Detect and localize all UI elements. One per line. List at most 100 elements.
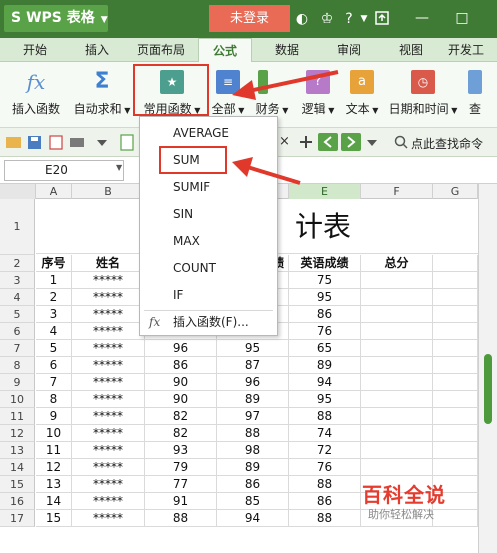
index-cell[interactable]: 13: [36, 476, 72, 493]
tab-start[interactable]: 开始: [10, 38, 60, 62]
score-c-cell[interactable]: 91: [145, 493, 217, 510]
score-d-cell[interactable]: 94: [217, 510, 289, 527]
row-header[interactable]: 14: [0, 459, 35, 476]
header-cell-index[interactable]: 序号: [36, 255, 72, 272]
g-cell[interactable]: [433, 306, 478, 323]
insert-function-button[interactable]: fx 插入函数: [6, 66, 66, 124]
g-cell[interactable]: [433, 289, 478, 306]
index-cell[interactable]: 8: [36, 391, 72, 408]
english-score-cell[interactable]: 72: [289, 442, 361, 459]
name-cell[interactable]: *****: [72, 374, 145, 391]
score-c-cell[interactable]: 88: [145, 510, 217, 527]
score-c-cell[interactable]: 79: [145, 459, 217, 476]
g-cell[interactable]: [433, 374, 478, 391]
name-cell[interactable]: *****: [72, 306, 145, 323]
g-cell[interactable]: [433, 357, 478, 374]
english-score-cell[interactable]: 75: [289, 272, 361, 289]
menu-item-count[interactable]: COUNT: [140, 255, 277, 282]
score-d-cell[interactable]: 88: [217, 425, 289, 442]
name-cell[interactable]: *****: [72, 425, 145, 442]
column-header-b[interactable]: B: [72, 184, 145, 199]
column-header-f[interactable]: F: [361, 184, 433, 199]
name-cell[interactable]: *****: [72, 493, 145, 510]
tab-formula[interactable]: 公式: [198, 38, 252, 63]
index-cell[interactable]: 11: [36, 442, 72, 459]
name-cell[interactable]: *****: [72, 289, 145, 306]
score-d-cell[interactable]: 98: [217, 442, 289, 459]
g-cell[interactable]: [433, 323, 478, 340]
name-cell[interactable]: *****: [72, 357, 145, 374]
index-cell[interactable]: 1: [36, 272, 72, 289]
row-header[interactable]: 3: [0, 272, 35, 289]
vertical-scrollbar[interactable]: [478, 184, 497, 553]
row-header[interactable]: 13: [0, 442, 35, 459]
restore-window-icon[interactable]: [368, 4, 396, 32]
score-d-cell[interactable]: 87: [217, 357, 289, 374]
total-cell[interactable]: [361, 408, 433, 425]
total-cell[interactable]: [361, 272, 433, 289]
total-cell[interactable]: [361, 391, 433, 408]
header-cell-total[interactable]: 总分: [361, 255, 433, 272]
shirt-icon[interactable]: ♔: [318, 9, 336, 29]
print-icon[interactable]: [70, 138, 84, 147]
login-button[interactable]: 未登录: [209, 5, 290, 32]
english-score-cell[interactable]: 86: [289, 306, 361, 323]
english-score-cell[interactable]: 95: [289, 391, 361, 408]
row-header[interactable]: 12: [0, 425, 35, 442]
tab-view[interactable]: 视图: [386, 38, 436, 62]
autosum-button[interactable]: Σ 自动求和 ▼: [70, 66, 134, 124]
skin-icon[interactable]: ◐: [293, 9, 311, 29]
text-button[interactable]: a 文本 ▼: [342, 66, 382, 124]
score-d-cell[interactable]: 97: [217, 408, 289, 425]
menu-item-if[interactable]: IF: [140, 282, 277, 309]
tab-review[interactable]: 审阅: [324, 38, 374, 62]
name-cell[interactable]: *****: [72, 323, 145, 340]
datetime-button[interactable]: ◷ 日期和时间 ▼: [384, 66, 462, 124]
total-cell[interactable]: [361, 425, 433, 442]
g-cell[interactable]: [433, 272, 478, 289]
total-cell[interactable]: [361, 459, 433, 476]
row-header-1[interactable]: 1: [0, 199, 35, 255]
total-cell[interactable]: [361, 306, 433, 323]
menu-item-sumif[interactable]: SUMIF: [140, 174, 277, 201]
tab-data[interactable]: 数据: [262, 38, 312, 62]
logic-button[interactable]: ? 逻辑 ▼: [298, 66, 338, 124]
name-cell[interactable]: *****: [72, 408, 145, 425]
index-cell[interactable]: 4: [36, 323, 72, 340]
total-cell[interactable]: [361, 374, 433, 391]
close-tab-icon[interactable]: ×: [279, 134, 290, 149]
index-cell[interactable]: 2: [36, 289, 72, 306]
name-cell[interactable]: *****: [72, 510, 145, 527]
doc-tab-icon[interactable]: [120, 134, 134, 151]
row-header[interactable]: 8: [0, 357, 35, 374]
minimize-icon[interactable]: —: [408, 4, 436, 32]
select-all-corner[interactable]: [0, 184, 36, 199]
name-cell[interactable]: *****: [72, 391, 145, 408]
english-score-cell[interactable]: 76: [289, 323, 361, 340]
name-cell[interactable]: *****: [72, 442, 145, 459]
english-score-cell[interactable]: 74: [289, 425, 361, 442]
row-header[interactable]: 15: [0, 476, 35, 493]
total-cell[interactable]: [361, 340, 433, 357]
score-d-cell[interactable]: 85: [217, 493, 289, 510]
toolbar-more-icon[interactable]: [97, 140, 107, 146]
index-cell[interactable]: 5: [36, 340, 72, 357]
english-score-cell[interactable]: 76: [289, 459, 361, 476]
prev-tab-button[interactable]: [318, 133, 338, 151]
tab-developer[interactable]: 开发工: [448, 38, 497, 62]
total-cell[interactable]: [361, 442, 433, 459]
index-cell[interactable]: 6: [36, 357, 72, 374]
namebox-chevron-icon[interactable]: ▼: [116, 163, 122, 172]
score-c-cell[interactable]: 96: [145, 340, 217, 357]
score-c-cell[interactable]: 82: [145, 425, 217, 442]
column-header-a[interactable]: A: [36, 184, 72, 199]
index-cell[interactable]: 15: [36, 510, 72, 527]
total-cell[interactable]: [361, 357, 433, 374]
english-score-cell[interactable]: 88: [289, 408, 361, 425]
search-commands-label[interactable]: 点此查找命令: [411, 135, 483, 152]
score-c-cell[interactable]: 90: [145, 391, 217, 408]
score-c-cell[interactable]: 93: [145, 442, 217, 459]
tab-page-layout[interactable]: 页面布局: [130, 38, 192, 62]
g-cell[interactable]: [433, 459, 478, 476]
tab-list-icon[interactable]: [367, 140, 377, 146]
